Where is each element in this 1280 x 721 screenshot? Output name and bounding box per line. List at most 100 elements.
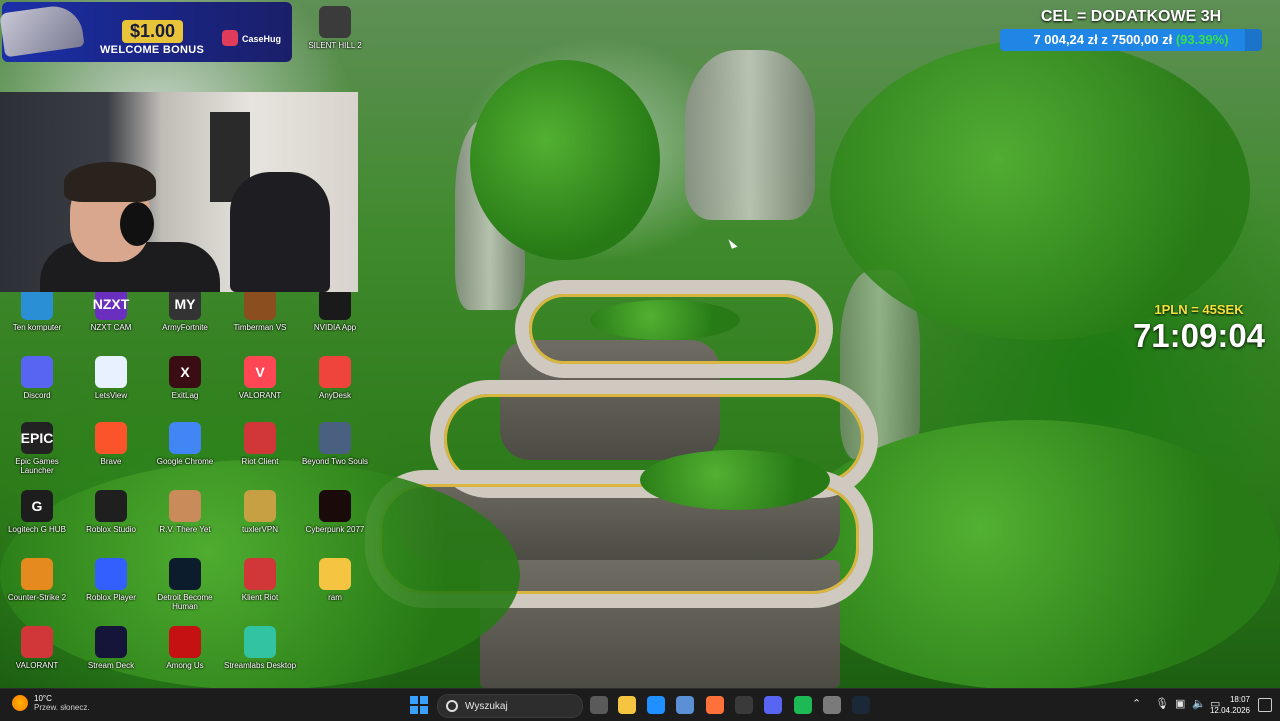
counter-strike-icon [21, 558, 53, 590]
timer-countdown: 71:09:04 [1132, 317, 1266, 354]
desktop-shortcut[interactable]: Among Us [148, 624, 222, 690]
obs-icon[interactable] [735, 696, 753, 714]
desktop-shortcut-label: Roblox Studio [86, 525, 136, 534]
donation-goal-widget: CEL = DODATKOWE 3H 7 004,24 zł z 7500,00… [1000, 8, 1262, 56]
desktop-shortcut[interactable]: VALORANT [0, 624, 74, 690]
windows-logo-icon [410, 696, 418, 704]
rv-there-yet-icon [169, 490, 201, 522]
desktop-shortcut[interactable]: NZXT NZXT CAM [74, 286, 148, 352]
casehug-promo-banner[interactable]: $1.00 WELCOME BONUS CaseHug [0, 2, 292, 62]
desktop-shortcut-label: ExitLag [171, 391, 199, 400]
taskbar: 10°C Przew. słonecz. Wyszukaj ⌃ 🎙 ▣ 🔈 ▭ … [0, 688, 1280, 721]
desktop-shortcut-label: tuxlerVPN [241, 525, 278, 534]
settings-icon[interactable] [823, 696, 841, 714]
desktop-shortcut[interactable]: Detroit Become Human [148, 556, 222, 622]
desktop-shortcut[interactable]: LetsView [74, 354, 148, 420]
casehug-logo-icon [222, 30, 238, 46]
desktop-shortcut[interactable]: Discord [0, 354, 74, 420]
desktop-shortcut-label: Streamlabs Desktop [223, 661, 297, 670]
chevron-up-icon[interactable]: ⌃ [1132, 697, 1141, 710]
timberman-icon [244, 288, 276, 320]
desktop-shortcut[interactable]: Google Chrome [148, 420, 222, 486]
desktop-shortcut[interactable]: AnyDesk [298, 354, 372, 420]
desktop-shortcut[interactable]: Cyberpunk 2077 [298, 488, 372, 554]
desktop-shortcut-label: Detroit Become Human [157, 593, 213, 611]
edge-icon[interactable] [647, 696, 665, 714]
computer-icon [21, 288, 53, 320]
timer-rate: 1PLN = 45SEK [1154, 302, 1244, 317]
notification-icon[interactable] [1258, 698, 1272, 712]
system-clock[interactable]: 18:07 12.04.2026 [1210, 694, 1250, 716]
weather-widget[interactable]: 10°C Przew. słonecz. [12, 694, 90, 712]
desktop-shortcut-label: ram [328, 593, 342, 602]
desktop-shortcut[interactable]: G Logitech G HUB [0, 488, 74, 554]
tree-canopy [590, 300, 740, 340]
desktop-shortcut-label: Logitech G HUB [8, 525, 66, 534]
among-us-icon [169, 626, 201, 658]
desktop-shortcut[interactable]: Roblox Player [74, 556, 148, 622]
clock-time: 18:07 [1229, 695, 1250, 704]
stream-deck-icon [95, 626, 127, 658]
volume-icon[interactable]: 🔈 [1192, 697, 1206, 710]
subathon-timer: 1PLN = 45SEK 71:09:04 [1124, 302, 1274, 355]
desktop-shortcut-label: Discord [23, 391, 51, 400]
desktop-shortcut[interactable]: Beyond Two Souls [298, 420, 372, 486]
store-icon[interactable] [676, 696, 694, 714]
desktop-shortcut[interactable]: NVIDIA App [298, 286, 372, 352]
desktop-shortcut[interactable]: ram [298, 556, 372, 622]
streamer-hair [64, 162, 156, 202]
taskbar-search[interactable]: Wyszukaj [437, 694, 583, 718]
microphone-icon[interactable]: 🎙 [1155, 697, 1169, 710]
brave-icon [95, 422, 127, 454]
nzxt-icon: NZXT [93, 288, 129, 320]
desktop-shortcut[interactable]: Stream Deck [74, 624, 148, 690]
sun-icon [12, 695, 28, 711]
desktop-shortcut[interactable]: SILENT HILL 2 [298, 4, 372, 70]
desktop-shortcut[interactable]: V VALORANT [223, 354, 297, 420]
desktop-shortcut-label: AnyDesk [318, 391, 351, 400]
desktop-shortcut-label: Epic Games Launcher [15, 457, 59, 475]
roblox-player-icon [95, 558, 127, 590]
desktop-shortcut-label: Brave [100, 457, 122, 466]
riot-client-icon [244, 422, 276, 454]
desktop-shortcut-label: VALORANT [15, 661, 59, 670]
promo-brand: CaseHug [242, 34, 282, 44]
firefox-icon[interactable] [706, 696, 724, 714]
desktop-shortcut[interactable]: tuxlerVPN [223, 488, 297, 554]
logitech-ghub-icon: G [21, 490, 53, 522]
network-icon[interactable]: ▣ [1175, 697, 1185, 710]
desktop-shortcut-label: NZXT CAM [90, 323, 132, 332]
desktop-shortcut[interactable]: Streamlabs Desktop [223, 624, 297, 690]
desktop-shortcut[interactable]: Klient Riot [223, 556, 297, 622]
promo-bonus-text: WELCOME BONUS [100, 44, 205, 56]
exitlag-icon: X [169, 356, 201, 388]
goal-separator: z [1101, 32, 1108, 47]
file-explorer-icon[interactable] [618, 696, 636, 714]
desktop-shortcut[interactable]: X ExitLag [148, 354, 222, 420]
folder-icon [319, 558, 351, 590]
desktop-shortcut[interactable]: R.V. There Yet [148, 488, 222, 554]
steam-icon[interactable] [852, 696, 870, 714]
desktop-shortcut-label: Timberman VS [233, 323, 287, 332]
task-view-icon[interactable] [590, 696, 608, 714]
valorant-icon: V [244, 356, 276, 388]
desktop-shortcut[interactable]: Brave [74, 420, 148, 486]
desktop-shortcut-label: Counter-Strike 2 [7, 593, 67, 602]
desktop-shortcut[interactable]: Roblox Studio [74, 488, 148, 554]
desktop-shortcut-label: R.V. There Yet [159, 525, 211, 534]
desktop-shortcut[interactable]: Riot Client [223, 420, 297, 486]
desktop-shortcut[interactable]: Counter-Strike 2 [0, 556, 74, 622]
letsview-icon [95, 356, 127, 388]
desktop-shortcut-label: Roblox Player [86, 593, 136, 602]
start-button[interactable] [410, 696, 428, 714]
spotify-icon[interactable] [794, 696, 812, 714]
desktop-shortcut[interactable]: Ten komputer [0, 286, 74, 352]
discord-icon[interactable] [764, 696, 782, 714]
desktop-shortcut[interactable]: EPIC Epic Games Launcher [0, 420, 74, 486]
search-icon [446, 700, 458, 712]
desktop-shortcut-label: NVIDIA App [313, 323, 357, 332]
desktop-shortcut-label: Google Chrome [156, 457, 214, 466]
desktop-shortcut[interactable]: Timberman VS [223, 286, 297, 352]
desktop-shortcut[interactable]: MY ArmyFortnite [148, 286, 222, 352]
valorant-icon [21, 626, 53, 658]
